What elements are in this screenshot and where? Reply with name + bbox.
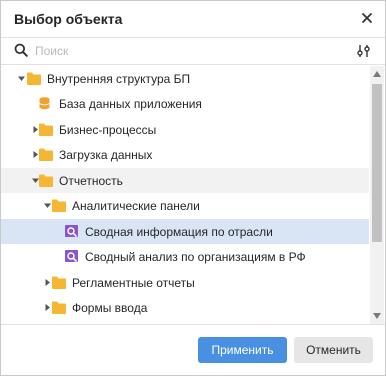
search-icon: [14, 43, 28, 57]
tree-item-reporting[interactable]: Отчетность: [1, 168, 369, 193]
apply-button[interactable]: Применить: [198, 337, 287, 363]
caret-right-icon[interactable]: [32, 151, 39, 158]
search-input[interactable]: [35, 41, 335, 61]
dialog-header: Выбор объекта: [1, 1, 385, 37]
tree-item-internal-structure[interactable]: Внутренняя структура БП: [1, 66, 369, 91]
search-bar: [1, 38, 385, 64]
scroll-down-arrow-icon[interactable]: [373, 313, 381, 319]
tree-item-label: База данных приложения: [59, 97, 202, 111]
tree-item-label: Бизнес-процессы: [59, 123, 157, 137]
folder-icon: [39, 123, 53, 136]
caret-right-icon[interactable]: [44, 279, 51, 286]
folder-icon: [39, 148, 53, 161]
database-icon: [39, 97, 50, 110]
caret-down-icon[interactable]: [44, 202, 51, 209]
dialog-title: Выбор объекта: [14, 11, 123, 27]
caret-down-icon[interactable]: [32, 177, 39, 184]
folder-icon: [52, 301, 66, 314]
close-button[interactable]: [359, 10, 375, 26]
tree-item-business-processes[interactable]: Бизнес-процессы: [1, 117, 369, 142]
select-object-dialog: Выбор объекта Внутренняя структура БП: [0, 0, 386, 376]
tree-item-label: Сводный анализ по организациям в РФ: [85, 250, 306, 264]
filter-settings-icon[interactable]: [356, 43, 372, 59]
tree-item-label: Формы ввода: [72, 301, 148, 315]
tree-item-label: Отчетность: [59, 174, 123, 188]
tree-item-data-loading[interactable]: Загрузка данных: [1, 142, 369, 167]
folder-icon: [39, 174, 53, 187]
scrollbar-thumb[interactable]: [372, 84, 382, 242]
dashboard-icon: [65, 225, 78, 237]
close-icon: [362, 13, 372, 23]
cancel-button[interactable]: Отменить: [294, 337, 373, 363]
tree-scrollbar[interactable]: [370, 66, 384, 324]
tree-item-industry-summary[interactable]: Сводная информация по отрасли: [1, 219, 369, 244]
tree-item-label: Сводная информация по отрасли: [85, 225, 273, 239]
caret-right-icon[interactable]: [44, 304, 51, 311]
scroll-up-arrow-icon[interactable]: [373, 71, 381, 77]
dashboard-icon: [65, 250, 78, 262]
tree-item-label: Внутренняя структура БП: [47, 72, 191, 86]
tree-item-input-forms[interactable]: Формы ввода: [1, 295, 369, 320]
tree-item-label: Регламентные отчеты: [72, 276, 195, 290]
folder-icon: [52, 276, 66, 289]
tree-item-app-database[interactable]: База данных приложения: [1, 91, 369, 116]
tree-item-label: Загрузка данных: [59, 148, 153, 162]
search-divider: [1, 64, 385, 65]
folder-icon: [52, 199, 66, 212]
caret-right-icon[interactable]: [32, 126, 39, 133]
dialog-footer: Применить Отменить: [1, 325, 385, 375]
object-tree: Внутренняя структура БП База данных прил…: [1, 66, 369, 324]
tree-item-analytic-dashboards[interactable]: Аналитические панели: [1, 193, 369, 218]
caret-down-icon[interactable]: [18, 75, 25, 82]
tree-item-regulated-reports[interactable]: Регламентные отчеты: [1, 270, 369, 295]
tree-item-label: Аналитические панели: [72, 199, 200, 213]
tree-item-organizations-analysis[interactable]: Сводный анализ по организациям в РФ: [1, 244, 369, 269]
folder-icon: [27, 72, 41, 85]
